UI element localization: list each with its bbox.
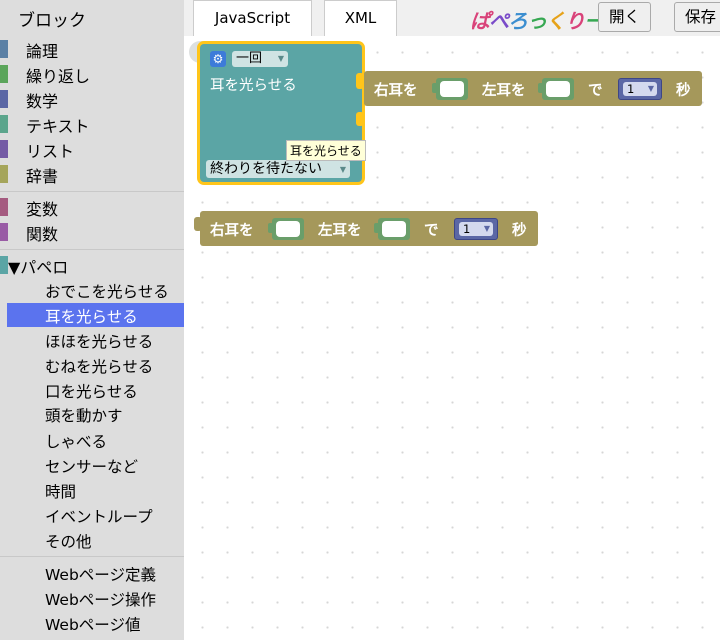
subcategory-label: 口を光らせる bbox=[45, 383, 138, 401]
tab-xml[interactable]: XML bbox=[324, 0, 397, 36]
right-ear-color-slot[interactable] bbox=[268, 218, 304, 240]
subcategory-other[interactable]: その他 bbox=[0, 528, 184, 552]
subcategory-label: Webページ定義 bbox=[45, 566, 156, 584]
category-color-swatch bbox=[0, 65, 8, 83]
subcategory-web-operate[interactable]: Webページ操作 bbox=[0, 586, 184, 610]
subcategory-event-loop[interactable]: イベントループ bbox=[0, 503, 184, 527]
category-lists[interactable]: リスト bbox=[0, 137, 184, 161]
subcategory-speak[interactable]: しゃべる bbox=[0, 428, 184, 452]
subcategory-label: センサーなど bbox=[45, 458, 139, 476]
toolbox-header: ブロック bbox=[18, 11, 86, 31]
subcategory-mouth-light[interactable]: 口を光らせる bbox=[0, 378, 184, 402]
subcategory-ear-light[interactable]: 耳を光らせる bbox=[7, 303, 184, 327]
value-connector bbox=[194, 217, 202, 231]
subcategory-label: しゃべる bbox=[45, 433, 108, 451]
blocks-workspace[interactable]: ⚙ 一回 ▼ 耳を光らせる 終わりを待たない ▼ 耳を光らせる 右耳を 左耳を で … bbox=[184, 36, 720, 640]
subcategory-label: Webページ値 bbox=[45, 616, 141, 634]
left-ear-label: 左耳を bbox=[318, 223, 362, 239]
category-label: テキスト bbox=[26, 117, 90, 136]
category-label: 変数 bbox=[26, 200, 59, 219]
left-ear-label: 左耳を bbox=[482, 83, 526, 99]
category-functions[interactable]: 関数 bbox=[0, 220, 184, 244]
category-label: リスト bbox=[26, 142, 75, 161]
right-ear-label: 右耳を bbox=[210, 223, 254, 239]
category-label: 関数 bbox=[26, 225, 59, 244]
category-loops[interactable]: 繰り返し bbox=[0, 62, 184, 86]
left-ear-color-slot[interactable] bbox=[538, 78, 574, 100]
subcategory-move-head[interactable]: 頭を動かす bbox=[0, 402, 184, 426]
seconds-unit-label: 秒 bbox=[676, 83, 691, 99]
category-color-swatch bbox=[0, 165, 8, 183]
subcategory-label: 頭を動かす bbox=[45, 407, 123, 425]
category-label: 繰り返し bbox=[26, 67, 91, 86]
subcategory-time[interactable]: 時間 bbox=[0, 478, 184, 502]
category-label: 論理 bbox=[26, 42, 59, 61]
left-ear-color-slot[interactable] bbox=[374, 218, 410, 240]
ear-color-statement[interactable]: 右耳を 左耳を で 1 ▼ 秒 bbox=[364, 71, 702, 106]
category-color-swatch bbox=[0, 198, 8, 216]
subcategory-label: その他 bbox=[45, 533, 92, 551]
de-label: で bbox=[424, 223, 439, 239]
toolbox-separator bbox=[0, 249, 184, 250]
subcategory-label: むねを光らせる bbox=[45, 358, 154, 376]
top-bar: JavaScript XML ぱぺろっくりー! 開く 保存 bbox=[184, 0, 720, 36]
right-ear-label: 右耳を bbox=[374, 83, 418, 99]
value-connector bbox=[356, 112, 364, 126]
category-variables[interactable]: 変数 bbox=[0, 195, 184, 219]
toolbox-separator bbox=[0, 191, 184, 192]
subcategory-web-define[interactable]: Webページ定義 bbox=[0, 561, 184, 585]
subcategory-chest-light[interactable]: むねを光らせる bbox=[0, 353, 184, 377]
subcategory-label: ほほを光らせる bbox=[45, 333, 154, 351]
gear-icon[interactable]: ⚙ bbox=[210, 51, 226, 67]
de-label: で bbox=[588, 83, 603, 99]
subcategory-label: おでこを光らせる bbox=[45, 283, 169, 301]
tab-javascript[interactable]: JavaScript bbox=[193, 0, 312, 36]
ear-color-statement[interactable]: 右耳を 左耳を で 1 ▼ 秒 bbox=[200, 211, 538, 246]
block-title: 耳を光らせる bbox=[210, 78, 297, 94]
subcategory-cheek-light[interactable]: ほほを光らせる bbox=[0, 328, 184, 352]
category-papero[interactable]: ▼パペロ bbox=[0, 253, 184, 277]
subcategory-forehead-light[interactable]: おでこを光らせる bbox=[0, 278, 184, 302]
subcategory-sensors[interactable]: センサーなど bbox=[0, 453, 184, 477]
mode-dropdown[interactable]: 一回 ▼ bbox=[232, 51, 288, 67]
category-label: 辞書 bbox=[26, 167, 59, 186]
category-dicts[interactable]: 辞書 bbox=[0, 162, 184, 186]
value-connector bbox=[356, 73, 364, 89]
ear-light-block[interactable]: ⚙ 一回 ▼ 耳を光らせる 終わりを待たない ▼ bbox=[200, 44, 362, 182]
subcategory-label: 耳を光らせる bbox=[45, 308, 138, 326]
open-button[interactable]: 開く bbox=[598, 2, 652, 32]
category-color-swatch bbox=[0, 90, 8, 108]
save-button[interactable]: 保存 bbox=[674, 2, 720, 32]
subcategory-label: 時間 bbox=[45, 483, 77, 501]
category-color-swatch bbox=[0, 140, 8, 158]
category-label: ▼パペロ bbox=[8, 258, 69, 277]
wait-dropdown[interactable]: 終わりを待たない ▼ bbox=[206, 160, 350, 178]
category-color-swatch bbox=[0, 223, 8, 241]
category-text[interactable]: テキスト bbox=[0, 112, 184, 136]
seconds-slot[interactable]: 1 ▼ bbox=[618, 78, 662, 100]
subcategory-web-value[interactable]: Webページ値 bbox=[0, 611, 184, 635]
seconds-unit-label: 秒 bbox=[512, 223, 527, 239]
right-ear-color-slot[interactable] bbox=[432, 78, 468, 100]
toolbox-sidebar: ブロック 論理 繰り返し 数学 テキスト リスト 辞書 変数 関数 ▼パペロ お… bbox=[0, 0, 184, 640]
seconds-slot[interactable]: 1 ▼ bbox=[454, 218, 498, 240]
category-color-swatch bbox=[0, 256, 8, 274]
category-color-swatch bbox=[0, 40, 8, 58]
category-logic[interactable]: 論理 bbox=[0, 37, 184, 61]
subcategory-label: イベントループ bbox=[45, 508, 153, 526]
category-label: 数学 bbox=[26, 92, 59, 111]
tooltip: 耳を光らせる bbox=[286, 140, 366, 161]
category-math[interactable]: 数学 bbox=[0, 87, 184, 111]
toolbox-separator bbox=[0, 556, 184, 557]
app-logo: ぱぺろっくりー! bbox=[470, 9, 612, 33]
subcategory-label: Webページ操作 bbox=[45, 591, 156, 609]
category-color-swatch bbox=[0, 115, 8, 133]
